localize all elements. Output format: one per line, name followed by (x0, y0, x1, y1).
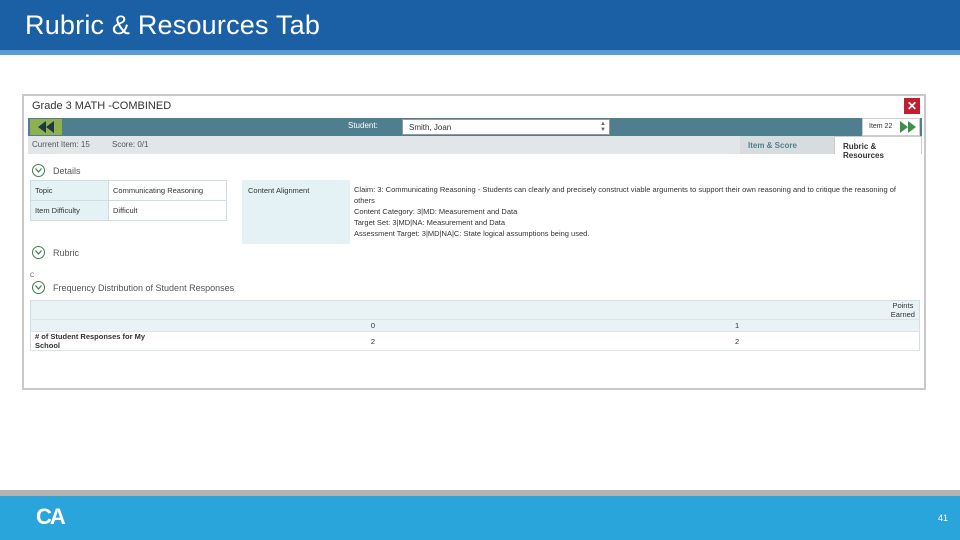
details-table: Topic Communicating Reasoning Item Diffi… (30, 180, 227, 221)
responses-row-label: # of Student Responses for My School (30, 331, 173, 351)
table-row: # of Student Responses for My School 2 2 (30, 331, 920, 351)
count-1: 2 (555, 331, 920, 351)
navigation-bar: Student: Smith, Joan ▲ ▼ Item 22 (28, 118, 922, 136)
difficulty-value: Difficult (108, 200, 227, 221)
student-value: Smith, Joan (409, 123, 452, 132)
points-earned-label: Points Earned (190, 300, 920, 320)
claim-line: Content Category: 3|MD: Measurement and … (354, 207, 518, 216)
student-select[interactable]: Smith, Joan ▲ ▼ (402, 119, 610, 135)
footer: CA 41 (0, 496, 960, 540)
content-alignment-label: Content Alignment (242, 180, 350, 244)
window-title: Grade 3 MATH -COMBINED (32, 100, 172, 112)
rubric-marker: C (30, 273, 35, 279)
slide: Rubric & Resources Tab Grade 3 MATH -COM… (0, 0, 960, 540)
topic-label: Topic (30, 180, 109, 201)
claim-line: Assessment Target: 3|MD|NA|C: State logi… (354, 229, 590, 238)
next-item-button[interactable]: Item 22 (862, 118, 920, 136)
count-0: 2 (190, 331, 556, 351)
chevron-down-icon (32, 281, 45, 294)
chevron-down-icon (32, 246, 45, 259)
double-arrow-right-icon (900, 121, 916, 133)
difficulty-label: Item Difficulty (30, 200, 109, 221)
previous-item-button[interactable] (30, 119, 62, 135)
claim-line: others (354, 196, 375, 205)
page-number: 41 (937, 513, 948, 523)
close-icon: ✕ (906, 99, 918, 113)
tab-rubric-and-resources[interactable]: Rubric & Resources (834, 136, 922, 160)
spinner-icon[interactable]: ▲ ▼ (600, 121, 606, 133)
table-row: Points Earned (30, 300, 920, 320)
topic-value: Communicating Reasoning (108, 180, 227, 201)
table-row: 0 1 (30, 319, 920, 332)
frequency-table: Points Earned 0 1 # of Student Responses… (30, 300, 920, 351)
item-info-bar: Current Item: 15 Score: 0/1 Item & Score… (28, 136, 922, 160)
item-label: Item 22 (869, 123, 893, 130)
frequency-section-toggle[interactable]: Frequency Distribution of Student Respon… (32, 281, 234, 294)
points-column-1: 1 (555, 319, 920, 332)
student-label: Student: (348, 121, 378, 130)
claim-text: Claim: 3: Communicating Reasoning - Stud… (354, 184, 914, 239)
header-stripe (0, 50, 960, 55)
tab-item-and-score[interactable]: Item & Score (740, 136, 834, 154)
details-section-toggle[interactable]: Details (32, 164, 81, 177)
double-arrow-left-icon (38, 121, 54, 133)
frequency-header: Frequency Distribution of Student Respon… (53, 282, 235, 293)
claim-line: Target Set: 3|MD|NA: Measurement and Dat… (354, 218, 506, 227)
claim-line: Claim: 3: Communicating Reasoning - Stud… (354, 185, 896, 194)
current-item: Current Item: 15 (32, 140, 90, 149)
app-window: Grade 3 MATH -COMBINED ✕ Student: Smith,… (22, 94, 926, 390)
ca-logo: CA (36, 504, 66, 529)
table-row: Item Difficulty Difficult (30, 200, 227, 221)
slide-title: Rubric & Resources Tab (25, 10, 321, 40)
rubric-section-toggle[interactable]: Rubric (32, 246, 79, 259)
details-header: Details (53, 165, 81, 176)
close-button[interactable]: ✕ (904, 98, 920, 114)
points-column-0: 0 (190, 319, 556, 332)
score: Score: 0/1 (112, 140, 149, 149)
chevron-down-icon (32, 164, 45, 177)
table-row: Topic Communicating Reasoning (30, 180, 227, 201)
slide-header: Rubric & Resources Tab (0, 0, 960, 50)
rubric-header: Rubric (53, 247, 80, 258)
